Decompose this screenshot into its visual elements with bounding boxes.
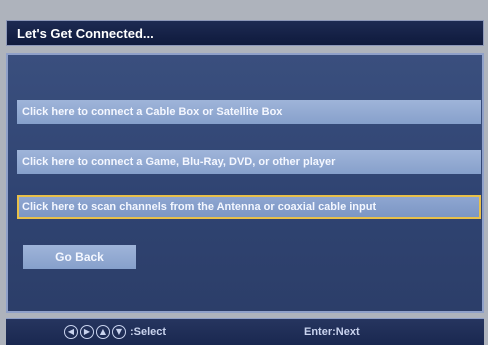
tv-screen: Let's Get Connected... Click here to con…	[0, 0, 488, 345]
option-cable-satellite-box[interactable]: Click here to connect a Cable Box or Sat…	[17, 100, 481, 124]
navigation-keys-hint: ◀ ▶ ▲ ▼	[64, 324, 126, 340]
up-arrow-icon: ▲	[96, 325, 110, 339]
option-game-bluray-dvd-player[interactable]: Click here to connect a Game, Blu-Ray, D…	[17, 150, 481, 174]
right-arrow-icon: ▶	[80, 325, 94, 339]
down-arrow-icon: ▼	[112, 325, 126, 339]
next-hint-label: Enter:Next	[304, 326, 360, 338]
left-arrow-icon: ◀	[64, 325, 78, 339]
go-back-button[interactable]: Go Back	[23, 245, 136, 269]
title-bar: Let's Get Connected...	[6, 20, 484, 46]
select-hint-label: :Select	[130, 326, 167, 338]
connection-menu-panel: Click here to connect a Cable Box or Sat…	[6, 53, 484, 313]
footer-help-bar: ◀ ▶ ▲ ▼ :Select Enter:Next	[6, 318, 484, 345]
window-title: Let's Get Connected...	[17, 26, 154, 41]
option-scan-antenna-channels[interactable]: Click here to scan channels from the Ant…	[17, 195, 481, 219]
